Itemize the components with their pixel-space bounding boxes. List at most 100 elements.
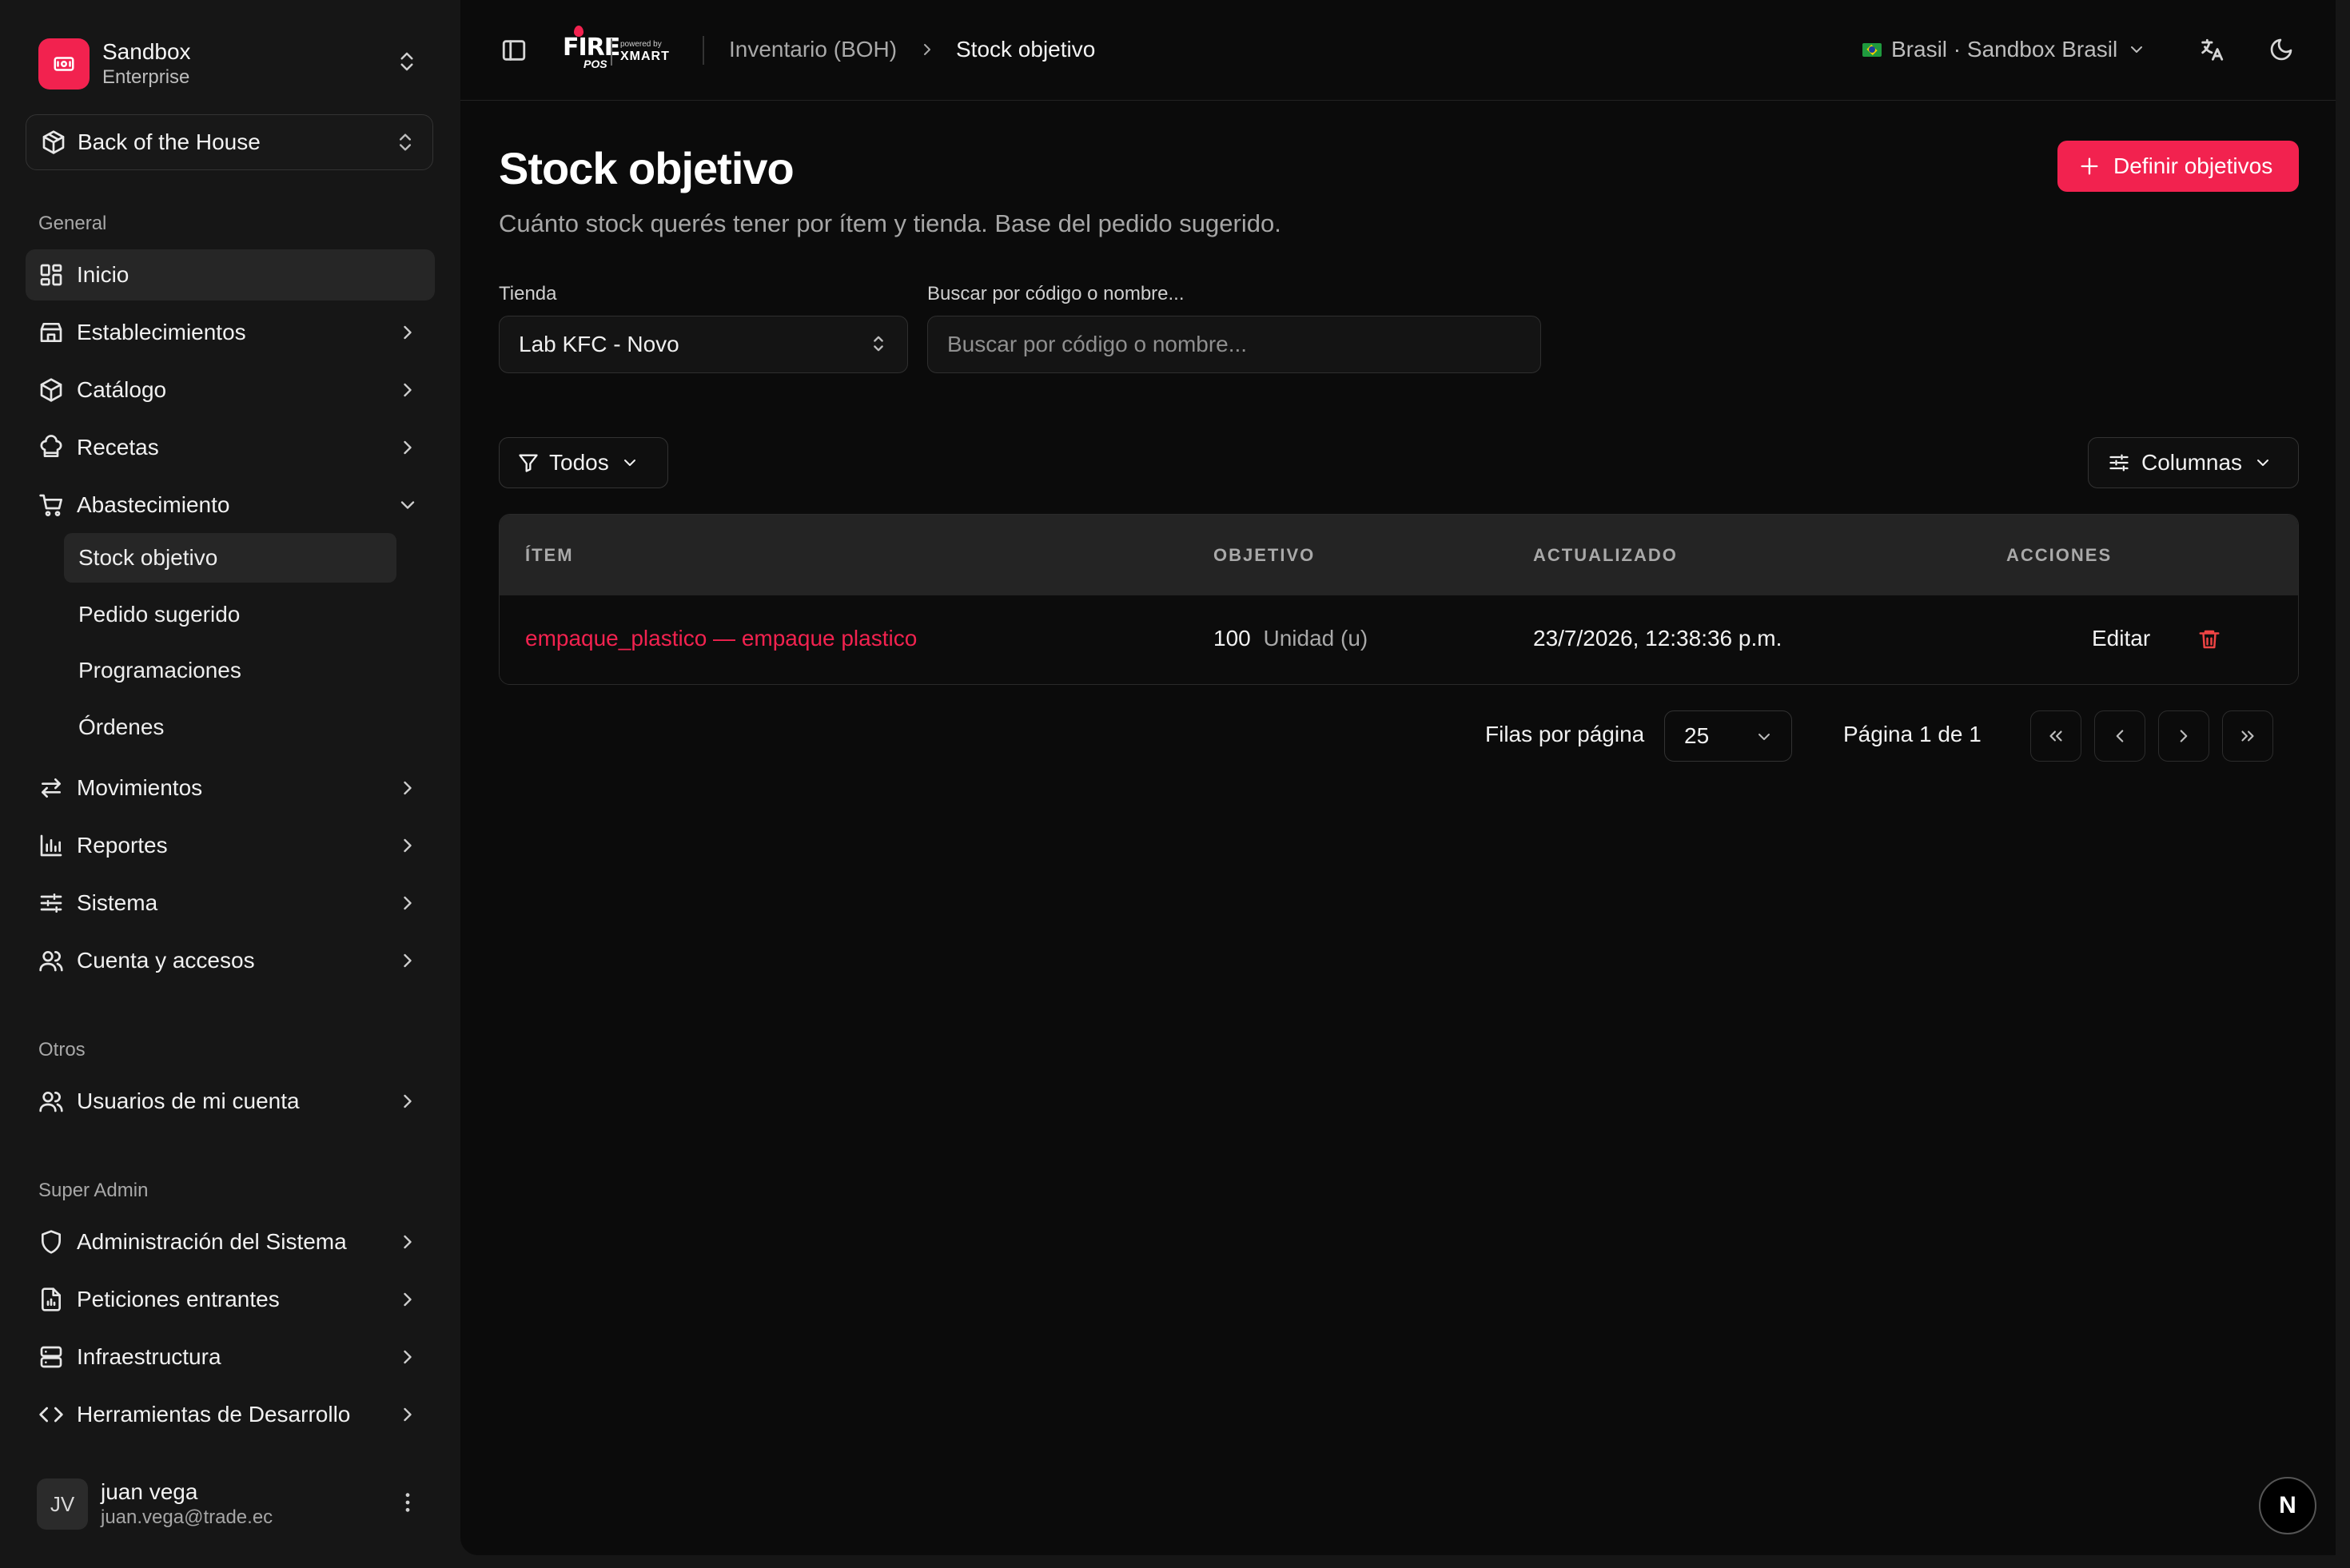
sidebar-item-administracion[interactable]: Administración del Sistema — [26, 1216, 435, 1268]
sliders-horizontal-icon — [2109, 454, 2129, 472]
chevron-right-icon — [404, 1292, 412, 1307]
workspace-select[interactable]: Back of the House — [26, 114, 433, 170]
next-page-button[interactable] — [2158, 710, 2209, 762]
sidebar-item-inicio[interactable]: Inicio — [26, 249, 435, 300]
search-label: Buscar por código o nombre... — [927, 283, 1185, 304]
brazil-flag-icon — [1862, 42, 1882, 57]
sidebar: Sandbox Enterprise Back of the House Gen… — [0, 0, 460, 1568]
sidebar-item-label: Peticiones entrantes — [77, 1287, 280, 1311]
bar-chart-icon — [40, 834, 62, 857]
breadcrumb-inventario[interactable]: Inventario (BOH) — [729, 37, 897, 62]
sidebar-item-label: Catálogo — [77, 377, 167, 402]
package-icon — [42, 130, 65, 154]
section-otros: Otros — [38, 1039, 86, 1061]
sidebar-item-sistema[interactable]: Sistema — [26, 878, 435, 929]
first-page-button[interactable] — [2030, 710, 2081, 762]
sidebar-item-label: Recetas — [77, 435, 159, 460]
rows-per-page-select[interactable]: 25 — [1664, 710, 1792, 762]
dev-tools-badge[interactable]: N — [2259, 1477, 2316, 1534]
filter-button[interactable]: Todos — [499, 437, 668, 488]
more-vertical-icon[interactable] — [395, 1490, 420, 1515]
sidebar-item-reportes[interactable]: Reportes — [26, 820, 435, 871]
sidebar-subitem-programaciones[interactable]: Programaciones — [64, 646, 396, 695]
sidebar-item-abastecimiento[interactable]: Abastecimiento — [26, 480, 435, 531]
define-objectives-label: Definir objetivos — [2113, 153, 2273, 178]
users-icon — [39, 951, 63, 972]
workspace-label: Back of the House — [78, 129, 261, 154]
header-actualizado[interactable]: ACTUALIZADO — [1533, 545, 1678, 566]
prev-page-button[interactable] — [2094, 710, 2145, 762]
header-item[interactable]: ÍTEM — [525, 545, 574, 566]
sidebar-toggle-icon[interactable] — [500, 37, 528, 64]
sidebar-item-herramientas[interactable]: Herramientas de Desarrollo — [26, 1389, 435, 1440]
chevrons-up-down-icon — [400, 133, 411, 151]
org-switcher[interactable]: Sandbox Enterprise — [26, 26, 435, 102]
powered-by-text: powered by — [620, 40, 662, 49]
sidebar-item-infraestructura[interactable]: Infraestructura — [26, 1331, 435, 1383]
table-row: empaque_plastico — empaque plastico 100 … — [500, 595, 2298, 684]
chevron-right-icon — [924, 44, 930, 55]
sidebar-item-label: Infraestructura — [77, 1344, 221, 1369]
sidebar-item-peticiones[interactable]: Peticiones entrantes — [26, 1274, 435, 1325]
header-objetivo[interactable]: OBJETIVO — [1213, 545, 1315, 566]
last-page-button[interactable] — [2222, 710, 2273, 762]
org-plan: Enterprise — [102, 66, 190, 88]
sidebar-item-recetas[interactable]: Recetas — [26, 422, 435, 473]
chevron-right-icon — [404, 838, 412, 853]
org-name: Sandbox — [102, 39, 191, 64]
chevron-down-icon — [2257, 460, 2269, 466]
sidebar-item-movimientos[interactable]: Movimientos — [26, 762, 435, 814]
sidebar-item-cuenta-accesos[interactable]: Cuenta y accesos — [26, 935, 435, 986]
table-header: ÍTEM OBJETIVO ACTUALIZADO ACCIONES — [500, 515, 2298, 595]
region-selector[interactable]: Brasil · Sandbox Brasil — [1862, 37, 2146, 62]
sidebar-subitem-label: Órdenes — [78, 714, 165, 739]
user-name: juan vega — [101, 1479, 198, 1504]
stock-table: ÍTEM OBJETIVO ACTUALIZADO ACCIONES empaq… — [499, 514, 2299, 685]
chevron-right-icon — [404, 781, 412, 795]
sidebar-item-label: Usuarios de mi cuenta — [77, 1088, 300, 1113]
sidebar-item-label: Herramientas de Desarrollo — [77, 1402, 351, 1427]
sliders-icon — [40, 893, 62, 913]
chevron-down-icon — [1759, 734, 1770, 740]
chevron-down-icon — [2131, 46, 2143, 53]
chevron-right-icon — [404, 896, 412, 910]
edit-button[interactable]: Editar — [2092, 626, 2150, 651]
avatar: JV — [37, 1478, 88, 1530]
sidebar-subitem-stock-objetivo[interactable]: Stock objetivo — [64, 533, 396, 583]
columns-button[interactable]: Columnas — [2088, 437, 2299, 488]
chevron-right-icon — [404, 383, 412, 397]
sidebar-item-label: Sistema — [77, 890, 158, 915]
sidebar-subitem-pedido-sugerido[interactable]: Pedido sugerido — [64, 590, 396, 639]
store-label: Tienda — [499, 283, 557, 304]
sidebar-item-usuarios-cuenta[interactable]: Usuarios de mi cuenta — [26, 1076, 435, 1127]
top-bar: FIRE POS powered by XMART Inventario (BO… — [460, 0, 2336, 101]
sidebar-item-catalogo[interactable]: Catálogo — [26, 364, 435, 416]
define-objectives-button[interactable]: Definir objetivos — [2057, 141, 2299, 192]
sidebar-subitem-ordenes[interactable]: Órdenes — [64, 702, 396, 752]
sidebar-item-label: Establecimientos — [77, 320, 246, 344]
sidebar-item-establecimientos[interactable]: Establecimientos — [26, 307, 435, 358]
sidebar-subitem-label: Pedido sugerido — [78, 602, 241, 627]
main-panel: FIRE POS powered by XMART Inventario (BO… — [460, 0, 2336, 1555]
chevron-right-icon — [404, 1407, 412, 1422]
chevron-left-icon — [2116, 730, 2124, 742]
user-menu[interactable]: JV juan vega juan.vega@trade.ec — [26, 1466, 435, 1542]
chevron-right-icon — [404, 953, 412, 968]
chevrons-up-down-icon — [874, 336, 883, 352]
page-title: Stock objetivo — [499, 143, 795, 193]
search-input[interactable] — [927, 316, 1541, 373]
page-subtitle: Cuánto stock querés tener por ítem y tie… — [499, 209, 1281, 237]
breadcrumb-current: Stock objetivo — [956, 37, 1096, 62]
translate-icon[interactable] — [2198, 37, 2225, 64]
chevrons-right-icon — [2241, 730, 2254, 742]
logo-divider — [611, 38, 612, 66]
brand-logo-icon — [38, 38, 90, 90]
trash-icon[interactable] — [2197, 627, 2221, 651]
moon-icon[interactable] — [2268, 37, 2294, 62]
chevron-right-icon — [404, 440, 412, 455]
section-general: General — [38, 213, 107, 234]
sidebar-item-label: Inicio — [77, 262, 129, 287]
item-link[interactable]: empaque_plastico — empaque plastico — [525, 626, 917, 651]
store-select[interactable]: Lab KFC - Novo — [499, 316, 908, 373]
shield-icon — [42, 1230, 61, 1254]
